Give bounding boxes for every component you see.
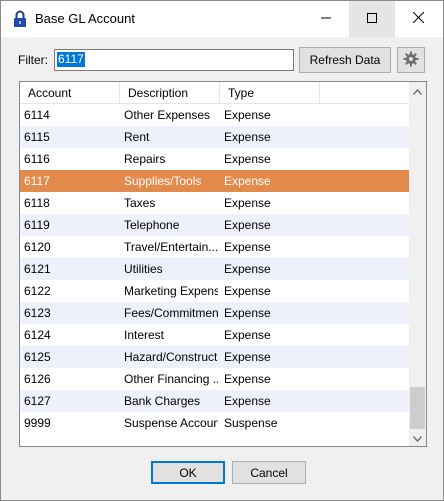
ok-button[interactable]: OK: [151, 461, 225, 484]
cell-description: Interest: [124, 328, 165, 342]
column-header-type[interactable]: Type: [220, 82, 320, 104]
cell-type: Expense: [224, 152, 271, 166]
title-bar[interactable]: Base GL Account: [1, 1, 443, 37]
lock-icon: [13, 10, 27, 28]
table-row[interactable]: 6125 Hazard/Construct... Expense: [20, 346, 409, 368]
cell-description: Other Expenses: [124, 108, 211, 122]
cell-type: Expense: [224, 328, 271, 342]
window-title: Base GL Account: [35, 11, 135, 26]
cell-account: 6122: [24, 284, 51, 298]
cell-description: Marketing Expense: [124, 284, 218, 298]
close-icon: [412, 11, 424, 26]
table-row[interactable]: 6118 Taxes Expense: [20, 192, 409, 214]
settings-button[interactable]: [397, 47, 425, 73]
cell-account: 6124: [24, 328, 51, 342]
table-row[interactable]: 6121 Utilities Expense: [20, 258, 409, 280]
table-row[interactable]: 6127 Bank Charges Expense: [20, 390, 409, 412]
cell-account: 6117: [24, 174, 50, 188]
table-row[interactable]: 6123 Fees/Commitments Expense: [20, 302, 409, 324]
refresh-data-button[interactable]: Refresh Data: [299, 47, 391, 73]
account-grid[interactable]: Account Description Type 6114 Other Expen…: [19, 81, 427, 447]
cell-type: Expense: [224, 218, 271, 232]
cell-account: 6116: [24, 152, 50, 166]
cell-type: Expense: [224, 240, 271, 254]
dialog-window: Base GL Account Filter: 6117 Refresh Dat…: [0, 0, 444, 501]
grid-rows: 6114 Other Expenses Expense 6115 Rent Expens…: [20, 104, 409, 434]
table-row[interactable]: 6119 Telephone Expense: [20, 214, 409, 236]
cell-description: Repairs: [124, 152, 166, 166]
cell-type: Expense: [224, 306, 271, 320]
scrollbar-thumb[interactable]: [410, 387, 425, 429]
cell-account: 6121: [24, 262, 51, 276]
cancel-button[interactable]: Cancel: [232, 461, 306, 484]
cell-type: Expense: [224, 196, 271, 210]
cell-account: 9999: [24, 416, 51, 430]
filter-label: Filter:: [18, 53, 48, 67]
cell-description: Telephone: [124, 218, 180, 232]
cell-type: Expense: [224, 108, 271, 122]
grid-header: Account Description Type: [20, 82, 409, 104]
minimize-button[interactable]: [303, 1, 349, 37]
gear-icon: [403, 51, 419, 70]
cell-type: Expense: [224, 262, 271, 276]
table-row-selected[interactable]: 6117 Supplies/Tools Expense: [20, 170, 409, 192]
column-header-account[interactable]: Account: [20, 82, 120, 104]
column-header-description[interactable]: Description: [120, 82, 220, 104]
cell-account: 6115: [24, 130, 50, 144]
cell-description: Hazard/Construct...: [124, 350, 218, 364]
chevron-up-icon: [413, 84, 422, 98]
cell-account: 6127: [24, 394, 51, 408]
cell-description: Bank Charges: [124, 394, 201, 408]
cell-account: 6126: [24, 372, 51, 386]
cell-account: 6120: [24, 240, 51, 254]
cell-description: Taxes: [124, 196, 156, 210]
scroll-up-button[interactable]: [409, 82, 426, 99]
cell-account: 6118: [24, 196, 50, 210]
cell-account: 6123: [24, 306, 51, 320]
cell-description: Supplies/Tools: [124, 174, 202, 188]
maximize-button[interactable]: [349, 1, 395, 37]
table-row[interactable]: 6114 Other Expenses Expense: [20, 104, 409, 126]
chevron-down-icon: [413, 431, 422, 445]
cell-description: Travel/Entertain...: [124, 240, 218, 254]
table-row[interactable]: 6126 Other Financing ... Expense: [20, 368, 409, 390]
filter-input[interactable]: 6117: [54, 49, 294, 71]
cell-type: Expense: [224, 372, 271, 386]
scroll-down-button[interactable]: [409, 429, 426, 446]
maximize-icon: [367, 12, 377, 26]
table-row[interactable]: 6115 Rent Expense: [20, 126, 409, 148]
cell-description: Fees/Commitments: [124, 306, 218, 320]
cell-description: Other Financing ...: [124, 372, 218, 386]
table-row[interactable]: 9999 Suspense Account Suspense: [20, 412, 409, 434]
filter-input-value: 6117: [57, 52, 85, 67]
cell-type: Expense: [224, 284, 271, 298]
table-row[interactable]: 6122 Marketing Expense Expense: [20, 280, 409, 302]
cell-type: Expense: [224, 130, 271, 144]
table-row[interactable]: 6120 Travel/Entertain... Expense: [20, 236, 409, 258]
cell-description: Rent: [124, 130, 150, 144]
vertical-scrollbar[interactable]: [409, 82, 426, 446]
cell-type: Suspense: [224, 416, 278, 430]
table-row[interactable]: 6124 Interest Expense: [20, 324, 409, 346]
cell-description: Suspense Account: [124, 416, 218, 430]
cell-type: Expense: [224, 174, 271, 188]
cell-description: Utilities: [124, 262, 163, 276]
cell-account: 6119: [24, 218, 50, 232]
cell-type: Expense: [224, 394, 271, 408]
table-row[interactable]: 6116 Repairs Expense: [20, 148, 409, 170]
close-button[interactable]: [395, 1, 441, 37]
cell-account: 6125: [24, 350, 51, 364]
minimize-icon: [321, 12, 331, 26]
cell-account: 6114: [24, 108, 50, 122]
cell-type: Expense: [224, 350, 271, 364]
